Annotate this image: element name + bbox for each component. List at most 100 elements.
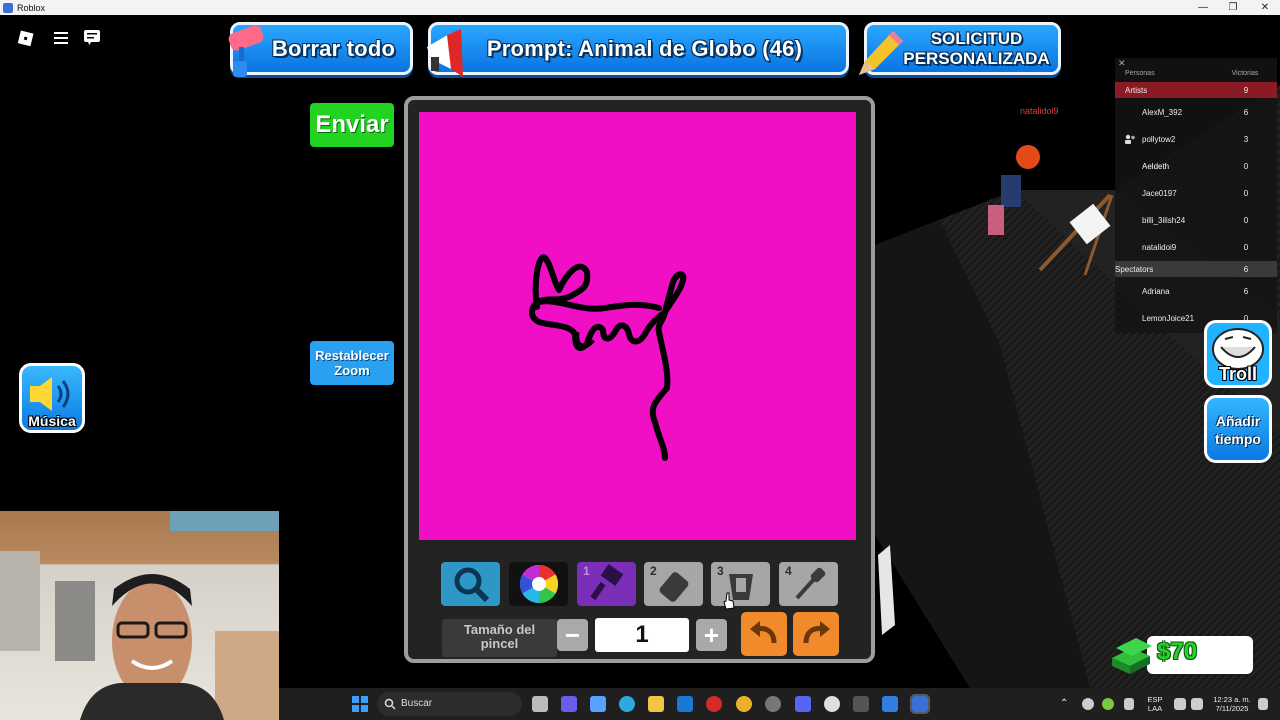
- outlook-icon[interactable]: [677, 696, 693, 712]
- player-row[interactable]: natalidoi9 0: [1115, 239, 1277, 255]
- restore-button[interactable]: ❐: [1218, 0, 1248, 15]
- troll-button[interactable]: Troll: [1204, 320, 1272, 388]
- discord-icon[interactable]: [795, 696, 811, 712]
- roblox-taskbar-icon[interactable]: [910, 694, 930, 714]
- tray-app-icon[interactable]: [1102, 698, 1114, 710]
- team-row-artists[interactable]: Artists 9: [1115, 82, 1277, 98]
- webcam-overlay: [0, 511, 279, 720]
- team-name: Spectators: [1115, 265, 1154, 274]
- onedrive-icon[interactable]: [1082, 698, 1094, 710]
- add-time-button[interactable]: Añadir tiempo: [1204, 395, 1272, 463]
- drawing-canvas[interactable]: [419, 112, 856, 540]
- clock-date: 7/11/2025: [1215, 704, 1249, 713]
- app-icon[interactable]: [765, 696, 781, 712]
- eyedropper-hotkey: 4: [785, 564, 792, 578]
- player-row[interactable]: pollytow2 3: [1115, 131, 1277, 147]
- hamburger-icon: [54, 32, 68, 44]
- undo-icon: [750, 621, 777, 644]
- roblox-menu-button[interactable]: [16, 30, 36, 48]
- edge-icon[interactable]: [619, 696, 635, 712]
- color-picker-button[interactable]: [509, 562, 568, 606]
- brush-size-label: Tamaño del pincel: [442, 619, 557, 657]
- money-display: $70: [1147, 636, 1253, 674]
- window-title: Roblox: [17, 2, 46, 13]
- friends-icon: [1125, 134, 1135, 144]
- player-row[interactable]: billi_3ilish24 0: [1115, 212, 1277, 228]
- snipping-tool-icon[interactable]: [853, 696, 869, 712]
- language-indicator[interactable]: ESP LAA: [1143, 695, 1167, 713]
- undo-button[interactable]: [741, 612, 787, 656]
- fill-tool-button[interactable]: 3: [711, 562, 770, 606]
- player-score: 0: [1243, 243, 1249, 252]
- teams-icon[interactable]: [561, 696, 577, 712]
- clock-time: 12:23 a. m.: [1213, 695, 1251, 704]
- chrome-icon[interactable]: [736, 696, 752, 712]
- brush-size-value[interactable]: 1: [595, 618, 689, 652]
- brush-hotkey: 1: [583, 564, 590, 578]
- player-row[interactable]: Aeldeth 0: [1115, 158, 1277, 174]
- clear-all-button[interactable]: Borrar todo: [228, 22, 413, 77]
- leaderboard-col-wins: Victorias: [1231, 70, 1259, 77]
- paintbrush-icon: [589, 564, 623, 601]
- redo-button[interactable]: [793, 612, 839, 656]
- task-view-icon[interactable]: [532, 696, 548, 712]
- taskbar-search[interactable]: Buscar: [377, 692, 522, 716]
- player-name: AlexM_392: [1142, 108, 1183, 117]
- megaphone-icon: [417, 25, 469, 81]
- player-score: 0: [1243, 189, 1249, 198]
- player-name: LemonJoice21: [1142, 314, 1195, 323]
- eraser-tool-button[interactable]: 2: [644, 562, 703, 606]
- volume-icon[interactable]: [1191, 698, 1203, 710]
- team-row-spectators[interactable]: Spectators 6: [1115, 261, 1277, 277]
- zoom-tool-button[interactable]: [441, 562, 500, 606]
- player-name: billi_3ilish24: [1142, 216, 1186, 225]
- player-name: pollytow2: [1142, 135, 1176, 144]
- leaderboard-close-icon[interactable]: ✕: [1118, 58, 1126, 69]
- network-icon[interactable]: [1174, 698, 1186, 710]
- app-icon-2[interactable]: [882, 696, 898, 712]
- player-row[interactable]: Jace0197 0: [1115, 185, 1277, 201]
- music-app-icon[interactable]: [824, 696, 840, 712]
- brush-size-increase-button[interactable]: +: [696, 619, 727, 651]
- music-button[interactable]: Música: [19, 363, 85, 433]
- notification-bell-icon[interactable]: [1258, 698, 1268, 710]
- roblox-app-icon: [3, 2, 13, 13]
- language-line1: ESP: [1147, 695, 1163, 704]
- window-titlebar: Roblox — ❐ ✕: [0, 0, 1280, 15]
- tray-chevron-icon[interactable]: ⌃: [1060, 699, 1068, 709]
- send-button[interactable]: Enviar: [310, 103, 394, 147]
- custom-request-button[interactable]: SOLICITUD PERSONALIZADA: [859, 22, 1061, 75]
- language-line2: LAA: [1147, 704, 1163, 713]
- brush-size-label-line2: pincel: [480, 636, 519, 651]
- file-explorer-icon[interactable]: [648, 696, 664, 712]
- brush-tool-button[interactable]: 1: [577, 562, 636, 606]
- opera-icon[interactable]: [706, 696, 722, 712]
- add-time-line1: Añadir: [1215, 413, 1261, 429]
- hamburger-menu-button[interactable]: [54, 30, 72, 46]
- player-score: 0: [1243, 162, 1249, 171]
- eyedropper-icon: [795, 567, 825, 600]
- eyedropper-tool-button[interactable]: 4: [779, 562, 838, 606]
- add-time-line2: tiempo: [1215, 431, 1261, 447]
- clock[interactable]: 12:23 a. m. 7/11/2025: [1207, 695, 1257, 713]
- player-name: natalidoi9: [1142, 243, 1177, 252]
- paint-roller-icon: [219, 25, 271, 81]
- chat-button[interactable]: [83, 29, 101, 46]
- money-value: $70: [1157, 638, 1198, 665]
- brush-size-label-line1: Tamaño del: [463, 622, 536, 637]
- player-score: 6: [1243, 287, 1249, 296]
- brush-size-decrease-button[interactable]: −: [557, 619, 588, 651]
- player-row[interactable]: Adriana 6: [1115, 283, 1277, 299]
- player-row[interactable]: AlexM_392 6: [1115, 104, 1277, 120]
- leaderboard: Personas Victorias Artists 9 AlexM_392 6…: [1115, 58, 1277, 333]
- reset-zoom-button[interactable]: Restablecer Zoom: [310, 341, 394, 385]
- minimize-button[interactable]: —: [1188, 0, 1218, 15]
- color-wheel-icon: [519, 564, 558, 604]
- close-window-button[interactable]: ✕: [1250, 0, 1280, 15]
- reset-zoom-line2: Zoom: [334, 363, 370, 378]
- copilot-icon[interactable]: [590, 696, 606, 712]
- roblox-logo-icon: [17, 30, 34, 47]
- windows-start-icon[interactable]: [352, 696, 368, 712]
- eraser-hotkey: 2: [650, 564, 657, 578]
- microphone-icon[interactable]: [1124, 698, 1134, 710]
